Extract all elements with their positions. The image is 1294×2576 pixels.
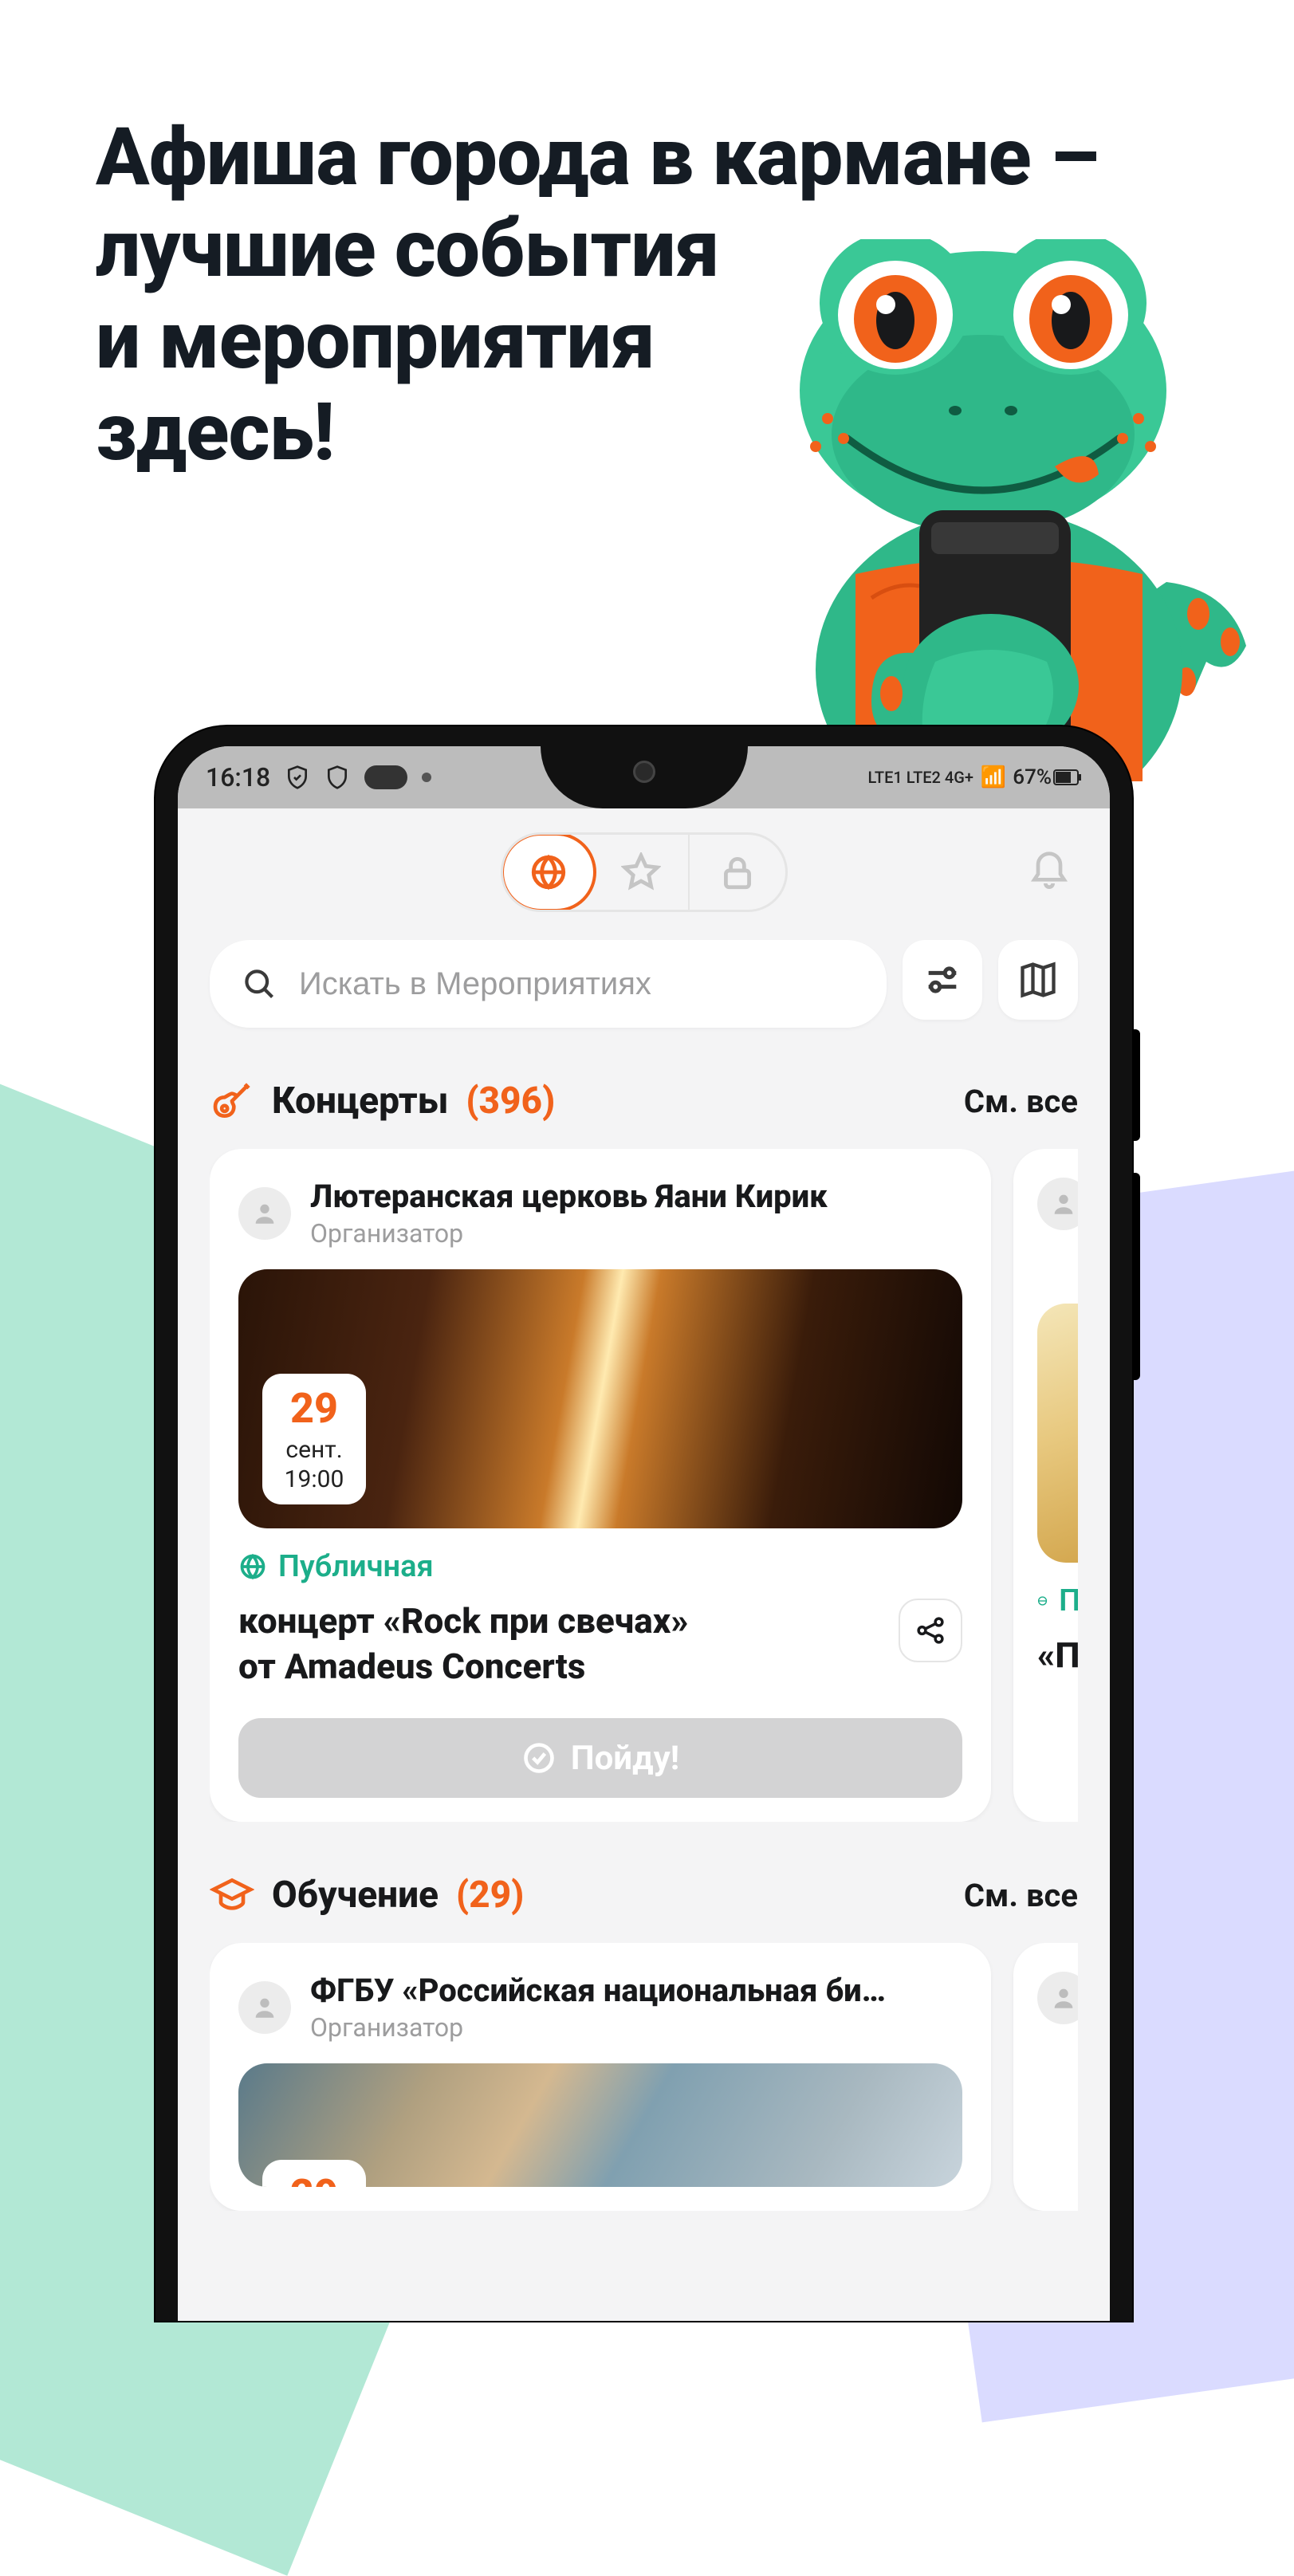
event-image: 29 сент. 19:00	[238, 1269, 962, 1528]
avatar	[1037, 1178, 1078, 1230]
shield-check-icon	[285, 765, 310, 790]
organizer-role: Организатор	[310, 2012, 962, 2043]
shield-icon	[324, 765, 350, 790]
search-box[interactable]	[210, 940, 887, 1028]
event-card-peek[interactable]: П «П	[1013, 1149, 1078, 1822]
going-button[interactable]: Пойду!	[238, 1718, 962, 1798]
user-icon	[1050, 1190, 1077, 1217]
visibility-text: Публичная	[278, 1549, 434, 1584]
phone-frame: 16:18 LTE1 LTE2 4G+ 📶 67%	[155, 726, 1132, 2321]
notifications-button[interactable]	[1027, 844, 1072, 892]
lock-icon	[718, 852, 757, 892]
user-icon	[1050, 1984, 1077, 2012]
visibility-badge: Публичная	[238, 1549, 962, 1584]
organizer-role: Организатор	[310, 1218, 828, 1249]
see-all-link[interactable]: См. все	[964, 1083, 1078, 1120]
status-battery: 67%	[1013, 765, 1052, 789]
status-pill-icon	[364, 765, 407, 789]
user-icon	[251, 1994, 278, 2021]
avatar	[1037, 1972, 1078, 2024]
tab-star[interactable]	[594, 835, 690, 910]
headline-line-1: Афиша города в кармане –	[96, 112, 1198, 203]
avatar	[238, 1187, 291, 1240]
date-day: 29	[283, 1388, 345, 1430]
organizer-name: ФГБУ «Российская национальная би…	[310, 1972, 962, 2009]
filter-button[interactable]	[903, 940, 982, 1020]
date-badge: 29	[262, 2160, 366, 2187]
status-network-label: LTE1 LTE2 4G+	[868, 768, 973, 787]
going-button-label: Пойду!	[571, 1739, 679, 1778]
section-title: Обучение	[272, 1874, 439, 1917]
check-circle-icon	[521, 1740, 557, 1776]
phone-side-button	[1132, 1173, 1140, 1380]
section-title: Концерты	[272, 1080, 448, 1123]
guitar-icon	[210, 1079, 254, 1123]
visibility-badge: П	[1037, 1583, 1078, 1618]
visibility-text: П	[1059, 1583, 1078, 1618]
tab-globe[interactable]	[501, 832, 596, 912]
phone-notch	[541, 746, 748, 808]
star-icon	[621, 852, 661, 892]
map-button[interactable]	[998, 940, 1078, 1020]
tab-lock[interactable]	[690, 835, 785, 910]
event-card-peek[interactable]	[1013, 1943, 1078, 2211]
globe-icon	[238, 1552, 267, 1581]
top-tab-bar	[178, 808, 1110, 928]
section-education: Обучение (29) См. все ФГБУ «Российская н…	[178, 1854, 1110, 2219]
segmented-control	[501, 832, 788, 912]
bell-icon	[1027, 844, 1072, 889]
date-day: 29	[283, 2174, 345, 2187]
event-card[interactable]: ФГБУ «Российская национальная би… Органи…	[210, 1943, 991, 2211]
gecko-mascot	[752, 239, 1262, 781]
graduation-cap-icon	[210, 1873, 254, 1917]
section-count: (396)	[466, 1080, 555, 1123]
event-title-peek: «П	[1037, 1633, 1078, 1678]
globe-icon	[529, 852, 568, 892]
date-time: 19:00	[283, 1465, 345, 1493]
event-image	[1037, 1304, 1078, 1563]
avatar	[238, 1981, 291, 2034]
phone-side-button	[1132, 1029, 1140, 1141]
date-badge: 29 сент. 19:00	[262, 1374, 366, 1504]
event-image: 29	[238, 2063, 962, 2187]
section-count: (29)	[456, 1874, 524, 1917]
date-month: сент.	[283, 1436, 345, 1464]
sliders-icon	[922, 959, 963, 1001]
status-time: 16:18	[206, 762, 270, 792]
globe-icon	[1037, 1587, 1048, 1615]
share-icon	[914, 1614, 947, 1647]
map-icon	[1017, 959, 1059, 1001]
event-title: концерт «Rock при свечах» от Amadeus Con…	[238, 1599, 875, 1689]
organizer-name: Лютеранская церковь Яани Кирик	[310, 1178, 828, 1215]
status-dot-icon	[422, 773, 431, 782]
user-icon	[251, 1200, 278, 1227]
battery-icon	[1053, 769, 1082, 785]
search-input[interactable]	[299, 966, 855, 1002]
section-concerts: Концерты (396) См. все Лютеранская церко…	[178, 1060, 1110, 1830]
search-icon	[242, 966, 277, 1001]
see-all-link[interactable]: См. все	[964, 1877, 1078, 1914]
event-card[interactable]: Лютеранская церковь Яани Кирик Организат…	[210, 1149, 991, 1822]
share-button[interactable]	[899, 1599, 962, 1662]
